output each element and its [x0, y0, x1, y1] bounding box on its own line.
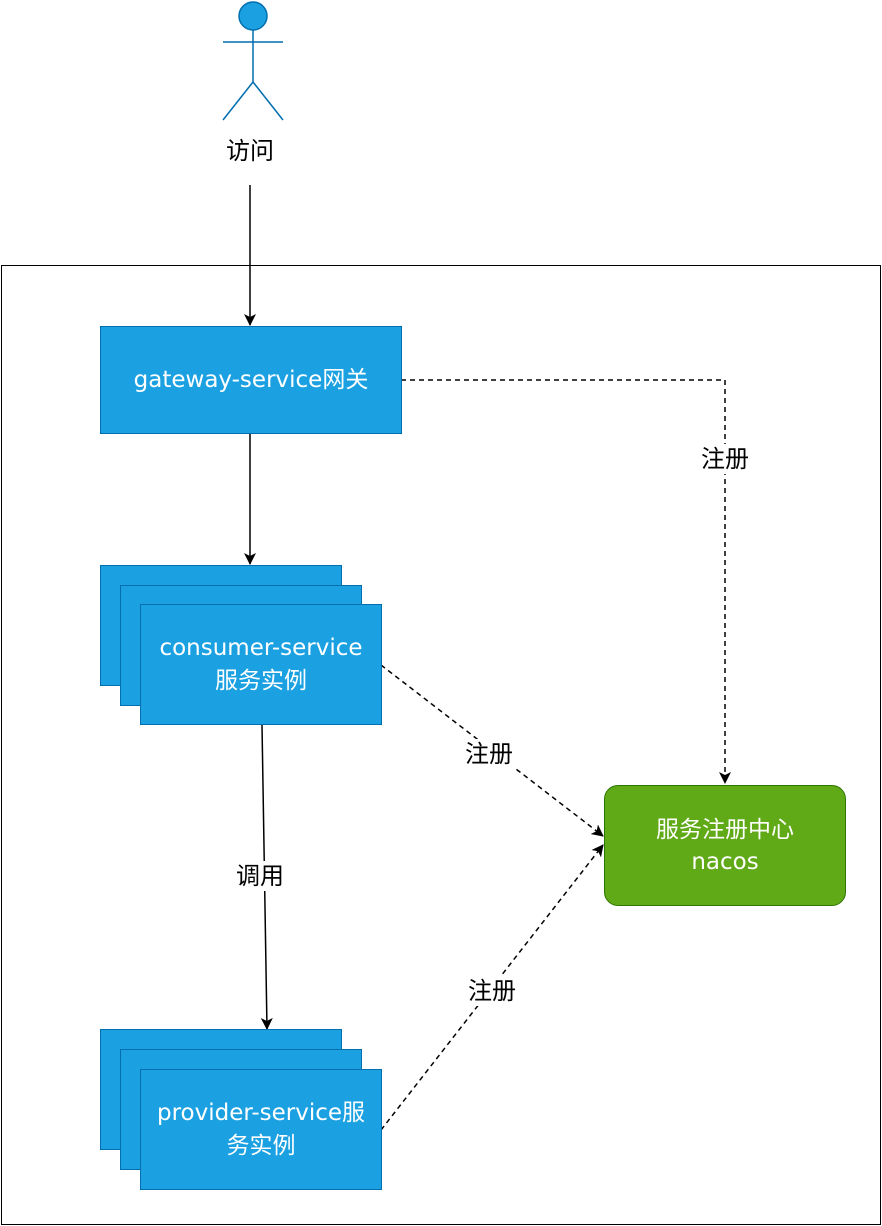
- registry-label-line2: nacos: [691, 848, 759, 875]
- gateway-register-arrow: [401, 379, 731, 784]
- consumer-register-label: 注册: [463, 739, 515, 769]
- provider-service-node[interactable]: provider-service服 务实例: [140, 1069, 382, 1190]
- consumer-service-node[interactable]: consumer-service 服务实例: [140, 604, 382, 725]
- gateway-service-label: gateway-service网关: [133, 366, 369, 393]
- user-actor-icon: [222, 1, 284, 121]
- provider-service-label-line1: provider-service服: [156, 1099, 366, 1126]
- actor-label: 访问: [224, 136, 276, 166]
- consumer-service-label-line1: consumer-service: [159, 634, 363, 661]
- consumer-service-label-line2: 服务实例: [215, 667, 307, 694]
- registry-label-line1: 服务注册中心: [656, 816, 794, 843]
- provider-register-label: 注册: [466, 976, 518, 1006]
- gateway-register-label: 注册: [699, 444, 751, 474]
- registry-center-node[interactable]: 服务注册中心 nacos: [604, 785, 846, 906]
- provider-service-label-line2: 务实例: [226, 1132, 296, 1159]
- gateway-service-node[interactable]: gateway-service网关: [100, 326, 402, 434]
- call-label: 调用: [234, 861, 286, 891]
